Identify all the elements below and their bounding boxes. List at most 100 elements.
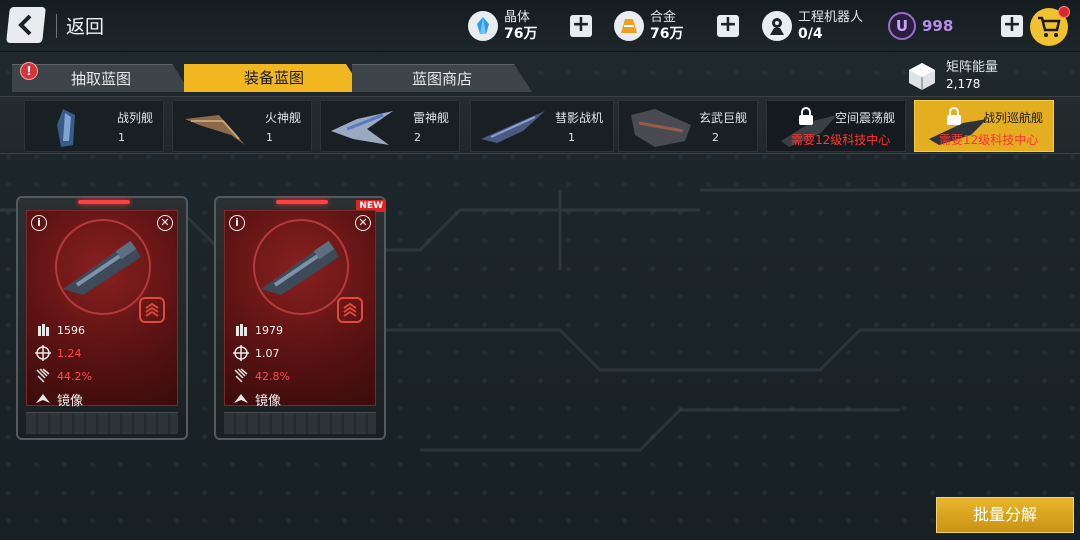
notification-dot	[1058, 6, 1070, 18]
add-alloy-button[interactable]: +	[717, 14, 739, 37]
add-premium-button[interactable]: +	[1001, 14, 1023, 37]
ship-icon	[331, 111, 393, 145]
cannon-icon	[261, 240, 339, 295]
ship-count: 1	[266, 131, 273, 144]
stat-mode: 镜像	[233, 390, 282, 409]
divider	[56, 14, 57, 38]
ship-name: 战列巡航舰	[982, 111, 1043, 125]
ship-icon	[185, 115, 245, 145]
close-icon[interactable]: ✕	[157, 215, 173, 231]
resource-crystal: 晶体 76万	[468, 8, 537, 44]
blueprint-card[interactable]: i ✕ 1596 1.24 44.2% 镜像	[16, 196, 188, 440]
tab-label: 装备蓝图	[243, 69, 304, 87]
crosshair-icon	[233, 345, 249, 361]
top-bar: 返回 晶体 76万 + 合金 76万 + 工程机器人 0/4 U 998 +	[0, 0, 1080, 52]
card-glow	[276, 200, 328, 204]
tab-equip-blueprint[interactable]: 装备蓝图	[184, 64, 364, 92]
stat-value: 42.8%	[255, 369, 290, 383]
bulk-dismantle-button[interactable]: 批量分解	[936, 497, 1074, 533]
ammo-icon	[236, 324, 247, 336]
resource-value: 76万	[650, 26, 684, 42]
ship-requirement: 需要12级科技中心	[791, 133, 891, 147]
chevron-left-icon	[18, 14, 32, 36]
ship-type-vulcan[interactable]: 火神舰 1	[172, 100, 312, 152]
crystal-icon	[468, 11, 498, 41]
ship-name: 彗影战机	[554, 111, 603, 125]
stat-ammo: 1596	[35, 321, 85, 339]
ship-type-battlecruiser[interactable]: 战列巡航舰 需要12级科技中心	[914, 100, 1054, 152]
blueprint-card[interactable]: NEW i ✕ 1979 1.07 42.8% 镜像	[214, 196, 386, 440]
stat-mode: 镜像	[35, 390, 83, 409]
alloy-icon	[614, 11, 644, 41]
stat-value: 1.24	[57, 346, 82, 360]
card-base	[224, 412, 376, 434]
ship-name: 战列舰	[116, 111, 153, 125]
resource-robot: 工程机器人 0/4	[762, 8, 863, 44]
tab-blueprint-shop[interactable]: 蓝图商店	[352, 64, 532, 92]
card-base	[26, 412, 178, 434]
ship-name: 火神舰	[264, 111, 301, 125]
ship-icon	[57, 109, 75, 147]
ship-requirement: 需要12级科技中心	[939, 133, 1039, 147]
alert-icon: !	[20, 62, 38, 80]
info-icon[interactable]: i	[229, 215, 245, 231]
matrix-name: 矩阵能量	[946, 60, 999, 75]
robot-icon	[762, 11, 792, 41]
stat-value: 1.07	[255, 346, 280, 360]
lock-icon	[947, 107, 961, 125]
matrix-value: 2,178	[946, 77, 981, 91]
ammo-icon	[38, 324, 49, 336]
resource-name: 晶体	[504, 10, 531, 25]
close-icon[interactable]: ✕	[355, 215, 371, 231]
stat-value: 镜像	[255, 393, 282, 409]
stat-accuracy: 1.24	[35, 344, 82, 362]
ship-type-battleship[interactable]: 战列舰 1	[24, 100, 164, 152]
card-glow	[78, 200, 130, 204]
stat-accuracy: 1.07	[233, 344, 280, 362]
premium-value: 998	[922, 17, 954, 35]
rank-chevron-icon	[139, 297, 165, 323]
mirror-ship-icon	[36, 394, 50, 403]
ship-name: 空间震荡舰	[834, 111, 895, 125]
ship-count: 1	[118, 131, 125, 144]
back-button[interactable]	[6, 7, 46, 43]
stat-value: 44.2%	[57, 369, 92, 383]
resource-alloy: 合金 76万	[614, 8, 683, 44]
u-coin-icon: U	[888, 12, 916, 40]
cannon-icon	[63, 240, 141, 295]
ship-count: 2	[712, 131, 719, 144]
ship-type-thor[interactable]: 雷神舰 2	[320, 100, 460, 152]
resource-value: 76万	[504, 26, 538, 42]
ship-icon	[481, 111, 545, 143]
ship-name: 玄武巨舰	[698, 111, 747, 125]
resource-name: 工程机器人	[798, 10, 864, 25]
premium-currency: U 998	[888, 12, 953, 40]
crosshair-icon	[35, 345, 51, 361]
card-art: i ✕ 1979 1.07 42.8% 镜像	[224, 210, 376, 409]
resource-value: 0/4	[798, 26, 823, 42]
claw-icon	[234, 368, 248, 383]
cart-icon	[1038, 16, 1061, 37]
ship-type-bar: 战列舰 1 火神舰 1 雷神舰 2 彗影战机 1 玄武巨舰 2 空间震荡舰 需要…	[0, 96, 1080, 154]
rank-chevron-icon	[337, 297, 363, 323]
stat-value: 1979	[255, 323, 283, 337]
info-icon[interactable]: i	[31, 215, 47, 231]
back-label[interactable]: 返回	[66, 12, 104, 39]
ship-name: 雷神舰	[412, 111, 449, 125]
add-crystal-button[interactable]: +	[570, 14, 592, 37]
ship-count: 2	[414, 131, 421, 144]
tab-label: 蓝图商店	[411, 70, 472, 88]
card-art: i ✕ 1596 1.24 44.2% 镜像	[26, 210, 178, 409]
tab-draw-blueprint[interactable]: 抽取蓝图	[12, 64, 190, 92]
claw-icon	[36, 368, 50, 383]
stat-value: 1596	[57, 323, 85, 337]
ship-type-comet-fighter[interactable]: 彗影战机 1	[470, 100, 614, 152]
tab-label: 抽取蓝图	[70, 70, 131, 88]
lock-icon	[799, 107, 813, 125]
stat-damage: 44.2%	[35, 367, 92, 385]
ship-icon	[631, 109, 691, 147]
mirror-ship-icon	[234, 394, 248, 403]
cube-icon	[909, 63, 935, 90]
ship-type-space-oscillator[interactable]: 空间震荡舰 需要12级科技中心	[766, 100, 906, 152]
ship-type-xuanwu[interactable]: 玄武巨舰 2	[618, 100, 758, 152]
